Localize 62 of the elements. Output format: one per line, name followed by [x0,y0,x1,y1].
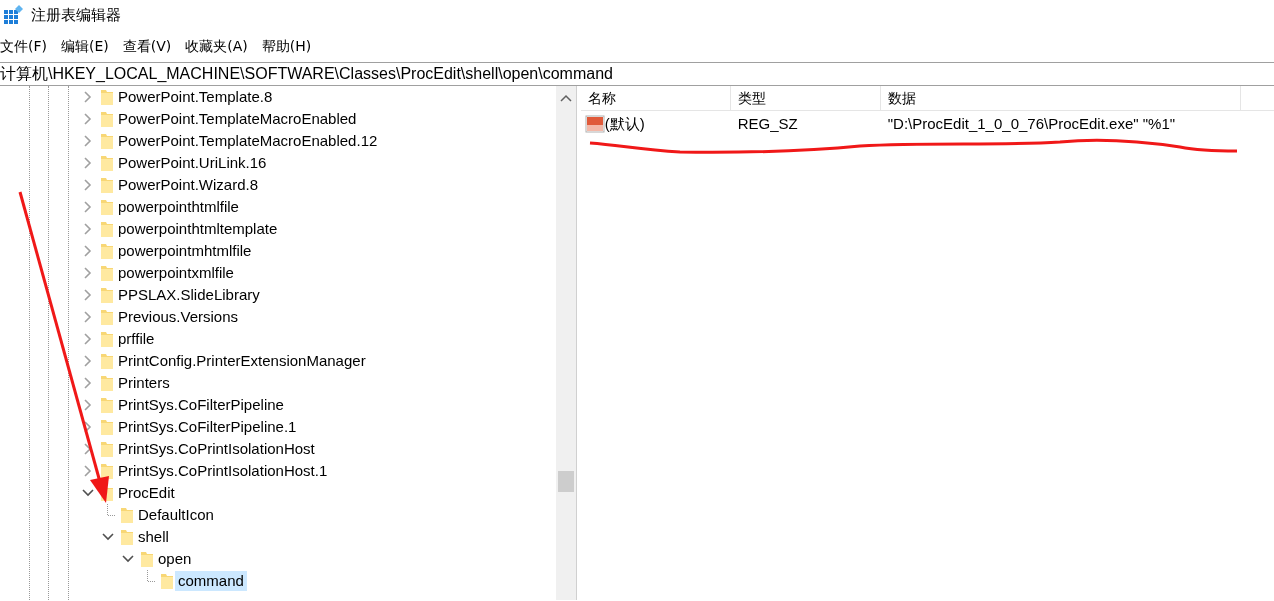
tree-item[interactable]: DefaultIcon [135,505,217,525]
tree-item[interactable]: powerpointmhtmlfile [115,241,255,261]
folder-icon [140,550,154,568]
menu-item[interactable]: 文件(F) [0,34,55,62]
window-title: 注册表编辑器 [31,4,122,26]
value-data: "D:\ProcEdit_1_0_0_76\ProcEdit.exe" "%1" [886,113,1176,134]
folder-icon [160,572,174,590]
folder-icon [100,88,114,106]
folder-icon [100,418,114,436]
value-type: REG_SZ [736,113,799,134]
folder-icon [100,330,114,348]
tree-item[interactable]: PrintConfig.PrinterExtensionManager [115,351,369,371]
tree-item[interactable]: ProcEdit [115,483,178,503]
tree-item[interactable]: PrintSys.CoPrintIsolationHost.1 [115,461,331,481]
tree-item[interactable]: powerpointhtmltemplate [115,219,281,239]
folder-icon [100,110,114,128]
menu-item[interactable]: 查看(V) [122,34,180,62]
tree-item[interactable]: PowerPoint.Template.8 [115,87,276,107]
tree-item[interactable]: PrintSys.CoFilterPipeline [115,395,287,415]
tree-item[interactable]: PowerPoint.TemplateMacroEnabled [115,109,360,129]
menu-item[interactable]: 收藏夹(A) [185,34,256,62]
menu-item[interactable]: 编辑(E) [61,34,117,62]
folder-icon [100,308,114,326]
folder-icon [100,264,114,282]
tree-item[interactable]: powerpointxmlfile [115,263,237,283]
tree-item[interactable]: PrintSys.CoFilterPipeline.1 [115,417,300,437]
menu-item[interactable]: 帮助(H) [261,34,320,62]
column-header[interactable]: 名称 [580,86,731,110]
folder-icon [100,396,114,414]
column-header[interactable]: 数据 [880,86,1241,110]
value-name[interactable]: (默认) [604,112,645,136]
scrollbar-thumb[interactable] [558,471,574,492]
folder-icon [100,286,114,304]
folder-icon [100,154,114,172]
folder-icon [100,198,114,216]
tree-item[interactable]: PowerPoint.Wizard.8 [115,175,262,195]
folder-icon [100,352,114,370]
tree-item[interactable]: PPSLAX.SlideLibrary [115,285,263,305]
scroll-up-icon[interactable] [560,94,573,102]
tree-item[interactable]: PowerPoint.TemplateMacroEnabled.12 [115,131,381,151]
folder-icon [120,528,134,546]
address-bar[interactable]: 计算机\HKEY_LOCAL_MACHINE\SOFTWARE\Classes\ProcEdit\shell\open\command [0,65,613,82]
folder-icon [100,220,114,238]
tree-item[interactable]: PrintSys.CoPrintIsolationHost [115,439,318,459]
tree-item[interactable]: Printers [115,373,173,393]
folder-icon [100,374,114,392]
column-header[interactable]: 类型 [730,86,881,110]
tree-item[interactable]: prffile [115,329,158,349]
tree-item[interactable]: PowerPoint.UriLink.16 [115,153,270,173]
tree-item[interactable]: powerpointhtmlfile [115,197,242,217]
folder-icon [120,506,134,524]
tree-item[interactable]: open [155,549,195,569]
folder-icon [100,242,114,260]
scrollbar[interactable] [556,86,576,600]
folder-icon [100,440,114,458]
tree-item[interactable]: Previous.Versions [115,307,242,327]
string-value-icon [584,115,605,133]
tree-item[interactable]: command [175,571,247,591]
folder-icon [100,132,114,150]
folder-icon [100,176,114,194]
tree-item[interactable]: shell [135,527,172,547]
registry-icon [3,5,24,25]
